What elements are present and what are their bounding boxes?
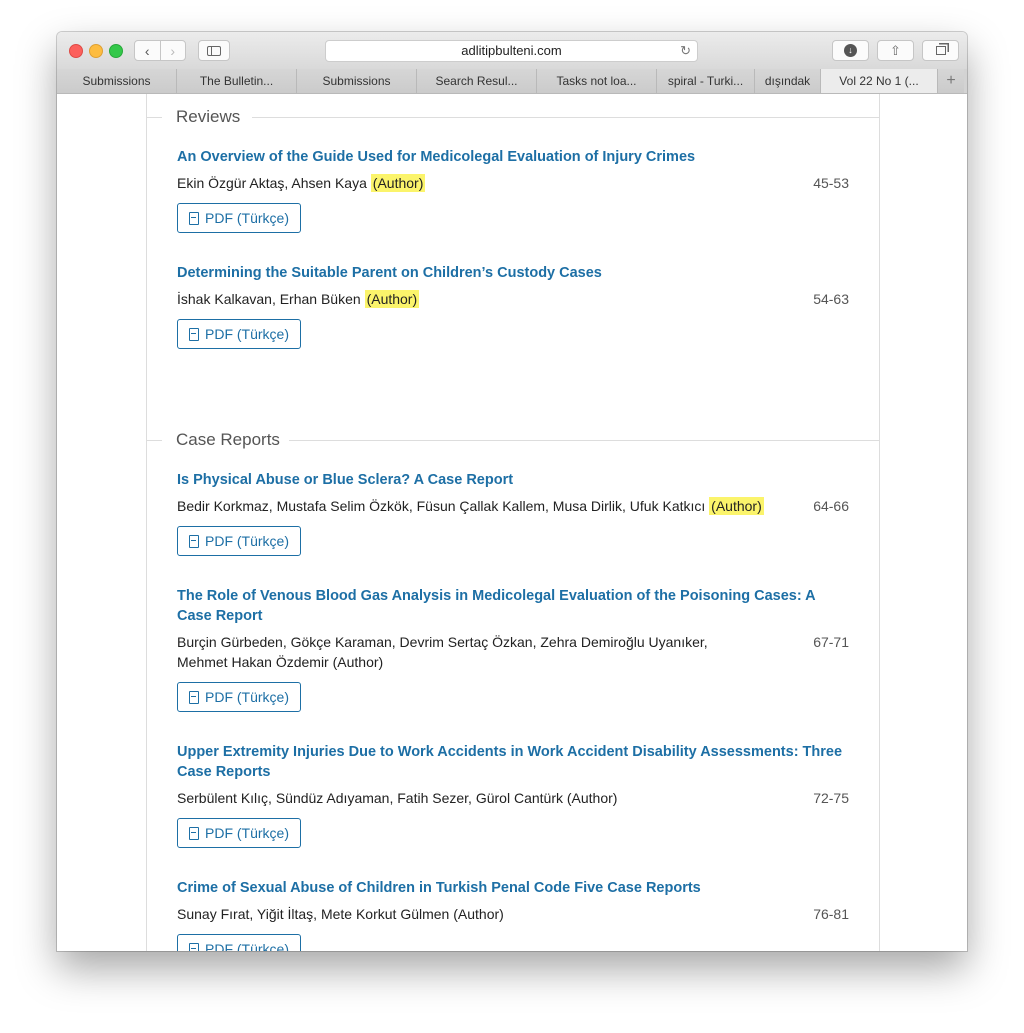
article-item: An Overview of the Guide Used for Medico… bbox=[177, 147, 849, 233]
tab-bar: Submissions The Bulletin... Submissions … bbox=[57, 69, 967, 94]
pdf-download-button[interactable]: PDF (Türkçe) bbox=[177, 934, 301, 951]
pdf-button-label: PDF (Türkçe) bbox=[205, 825, 289, 841]
author-role: (Author) bbox=[453, 906, 504, 922]
pdf-file-icon bbox=[189, 327, 199, 341]
article-title-link[interactable]: Is Physical Abuse or Blue Sclera? A Case… bbox=[177, 470, 849, 490]
sidebar-toggle-button[interactable] bbox=[198, 40, 230, 61]
share-button[interactable]: ⇧ bbox=[877, 40, 914, 61]
section-heading-case-reports: Case Reports bbox=[146, 430, 879, 450]
pdf-download-button[interactable]: PDF (Türkçe) bbox=[177, 818, 301, 848]
article-authors: Bedir Korkmaz, Mustafa Selim Özkök, Füsu… bbox=[177, 498, 706, 514]
article-item: Crime of Sexual Abuse of Children in Tur… bbox=[177, 878, 849, 951]
address-bar[interactable]: adlitipbulteni.com ↻ bbox=[325, 40, 698, 62]
article-item: The Role of Venous Blood Gas Analysis in… bbox=[177, 586, 849, 712]
forward-icon[interactable]: › bbox=[159, 41, 186, 60]
article-title-link[interactable]: The Role of Venous Blood Gas Analysis in… bbox=[177, 586, 849, 626]
article-pages: 45-53 bbox=[813, 175, 849, 191]
tab-submissions-1[interactable]: Submissions bbox=[57, 69, 177, 93]
pdf-download-button[interactable]: PDF (Türkçe) bbox=[177, 203, 301, 233]
tab-submissions-2[interactable]: Submissions bbox=[297, 69, 417, 93]
article-pages: 64-66 bbox=[813, 498, 849, 514]
pdf-button-label: PDF (Türkçe) bbox=[205, 326, 289, 342]
issue-toc: Reviews An Overview of the Guide Used fo… bbox=[146, 94, 880, 951]
author-role: (Author) bbox=[566, 790, 618, 806]
article-title-link[interactable]: Upper Extremity Injuries Due to Work Acc… bbox=[177, 742, 849, 782]
tab-tasks-not-loading[interactable]: Tasks not loa... bbox=[537, 69, 657, 93]
author-role: (Author) bbox=[370, 174, 426, 192]
minimize-window-button[interactable] bbox=[89, 44, 103, 58]
pdf-button-label: PDF (Türkçe) bbox=[205, 689, 289, 705]
zoom-window-button[interactable] bbox=[109, 44, 123, 58]
tab-spiral[interactable]: spiral - Turki... bbox=[657, 69, 755, 93]
section-title: Reviews bbox=[176, 107, 241, 126]
pdf-download-button[interactable]: PDF (Türkçe) bbox=[177, 319, 301, 349]
page-content: Reviews An Overview of the Guide Used fo… bbox=[57, 94, 967, 951]
pdf-download-button[interactable]: PDF (Türkçe) bbox=[177, 526, 301, 556]
pdf-file-icon bbox=[189, 942, 199, 951]
sidebar-icon bbox=[207, 45, 221, 56]
pdf-file-icon bbox=[189, 534, 199, 548]
url-text: adlitipbulteni.com bbox=[461, 43, 562, 58]
title-bar: ‹ › adlitipbulteni.com ↻ ↓ ⇧ bbox=[57, 32, 967, 70]
browser-window: ‹ › adlitipbulteni.com ↻ ↓ ⇧ Submissions… bbox=[57, 32, 967, 951]
pdf-file-icon bbox=[189, 690, 199, 704]
section-title: Case Reports bbox=[176, 430, 280, 449]
article-item: Is Physical Abuse or Blue Sclera? A Case… bbox=[177, 470, 849, 556]
downloads-button[interactable]: ↓ bbox=[832, 40, 869, 61]
author-role: (Author) bbox=[332, 654, 384, 670]
pdf-file-icon bbox=[189, 211, 199, 225]
history-nav: ‹ › bbox=[134, 40, 186, 61]
tab-search-results[interactable]: Search Resul... bbox=[417, 69, 537, 93]
author-role: (Author) bbox=[364, 290, 420, 308]
tabs-overview-icon bbox=[935, 46, 946, 55]
close-window-button[interactable] bbox=[69, 44, 83, 58]
pdf-button-label: PDF (Türkçe) bbox=[205, 941, 289, 951]
article-title-link[interactable]: Determining the Suitable Parent on Child… bbox=[177, 263, 849, 283]
reload-icon[interactable]: ↻ bbox=[680, 41, 691, 61]
pdf-button-label: PDF (Türkçe) bbox=[205, 210, 289, 226]
download-icon: ↓ bbox=[844, 44, 857, 57]
tab-disindak[interactable]: dışındak bbox=[755, 69, 821, 93]
article-pages: 72-75 bbox=[813, 790, 849, 806]
article-authors: Sunay Fırat, Yiğit İltaş, Mete Korkut Gü… bbox=[177, 906, 450, 922]
article-pages: 54-63 bbox=[813, 291, 849, 307]
article-pages: 76-81 bbox=[813, 906, 849, 922]
article-title-link[interactable]: Crime of Sexual Abuse of Children in Tur… bbox=[177, 878, 849, 898]
section-heading-reviews: Reviews bbox=[146, 107, 879, 127]
pdf-download-button[interactable]: PDF (Türkçe) bbox=[177, 682, 301, 712]
article-authors: Burçin Gürbeden, Gökçe Karaman, Devrim S… bbox=[177, 634, 708, 670]
article-authors: Ekin Özgür Aktaş, Ahsen Kaya bbox=[177, 175, 367, 191]
back-icon[interactable]: ‹ bbox=[135, 41, 160, 60]
author-role: (Author) bbox=[709, 497, 764, 515]
show-tabs-button[interactable] bbox=[922, 40, 959, 61]
pdf-file-icon bbox=[189, 826, 199, 840]
tab-the-bulletin[interactable]: The Bulletin... bbox=[177, 69, 297, 93]
article-item: Determining the Suitable Parent on Child… bbox=[177, 263, 849, 349]
new-tab-button[interactable]: + bbox=[938, 69, 964, 93]
article-authors: İshak Kalkavan, Erhan Büken bbox=[177, 291, 361, 307]
pdf-button-label: PDF (Türkçe) bbox=[205, 533, 289, 549]
tab-vol-22-no-1[interactable]: Vol 22 No 1 (... bbox=[821, 69, 938, 93]
article-pages: 67-71 bbox=[813, 634, 849, 650]
article-authors: Serbülent Kılıç, Sündüz Adıyaman, Fatih … bbox=[177, 790, 563, 806]
article-title-link[interactable]: An Overview of the Guide Used for Medico… bbox=[177, 147, 849, 167]
article-item: Upper Extremity Injuries Due to Work Acc… bbox=[177, 742, 849, 848]
share-icon: ⇧ bbox=[890, 42, 901, 58]
